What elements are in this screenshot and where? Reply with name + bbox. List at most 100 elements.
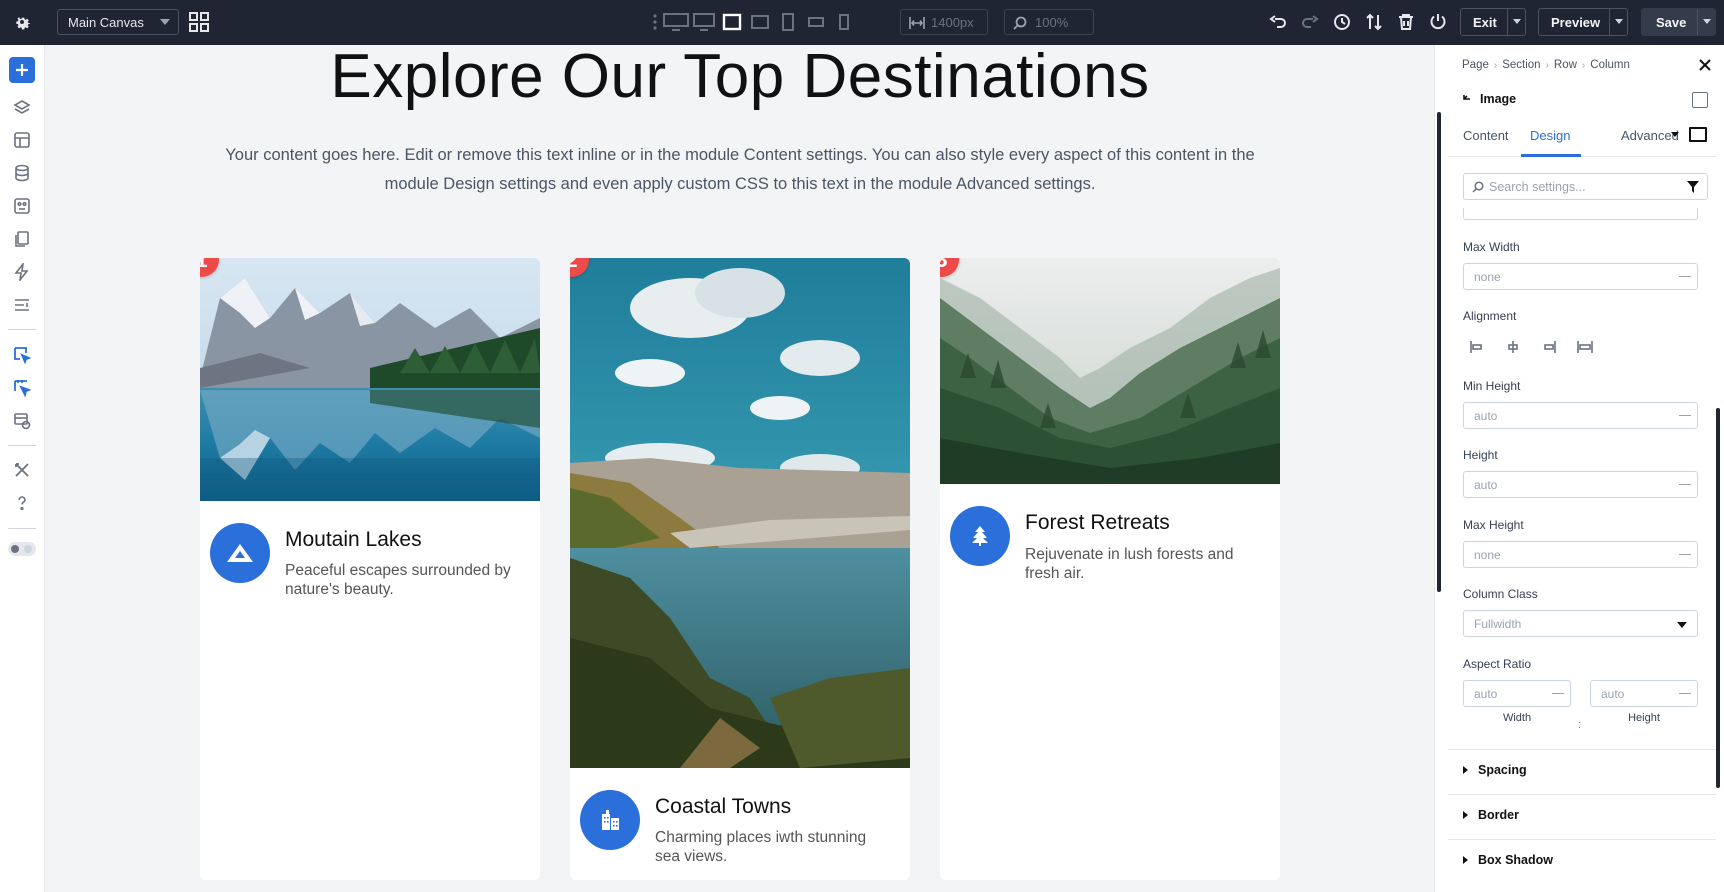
presets-icon[interactable]	[11, 195, 33, 217]
view-mode-toggle[interactable]	[8, 542, 36, 556]
more-dots-icon[interactable]	[648, 10, 662, 34]
breadcrumb-row[interactable]: Row	[1554, 59, 1577, 71]
card-title: Forest Retreats	[1025, 511, 1170, 534]
forest-image[interactable]	[940, 258, 1280, 484]
section-border[interactable]: Border	[1448, 794, 1716, 835]
section-box-shadow[interactable]: Box Shadow	[1448, 839, 1716, 880]
close-icon[interactable]	[1698, 58, 1714, 74]
sidebar-divider	[8, 329, 36, 330]
toolbar-actions	[1266, 11, 1450, 33]
layout-icon[interactable]	[11, 294, 33, 316]
tools-icon[interactable]	[11, 459, 33, 481]
phone-landscape-icon[interactable]	[802, 10, 830, 34]
zoom-field[interactable]: 100%	[1004, 9, 1094, 35]
canvas-scrollbar[interactable]	[1437, 112, 1441, 592]
height-value: auto	[1474, 477, 1498, 492]
sort-arrows-icon[interactable]	[1362, 11, 1386, 33]
device-switcher	[648, 10, 858, 34]
lightning-icon[interactable]	[11, 261, 33, 283]
exit-button[interactable]: Exit	[1460, 8, 1526, 36]
top-toolbar: Main Canvas 1400px 100% Exit Preview Sav…	[0, 0, 1724, 45]
exit-dropdown-icon[interactable]	[1507, 9, 1525, 35]
laptop-icon[interactable]	[718, 10, 746, 34]
destination-card[interactable]: 2 Coastal Towns Charming places iwth stu…	[570, 258, 910, 880]
card-title: Coastal Towns	[655, 795, 792, 818]
section-border-label: Border	[1478, 808, 1519, 822]
min-height-label: Min Height	[1463, 379, 1521, 393]
unit-dash-icon	[1679, 276, 1691, 277]
phone-icon[interactable]	[830, 10, 858, 34]
power-icon[interactable]	[1426, 11, 1450, 33]
module-title-label: Image	[1480, 92, 1517, 106]
destination-card[interactable]: 3 Forest Retreats Rejuvenate in lush for…	[940, 258, 1280, 880]
preview-button[interactable]: Preview	[1538, 8, 1628, 36]
align-center-icon[interactable]	[1502, 338, 1524, 356]
align-justify-icon[interactable]	[1574, 338, 1596, 356]
align-right-icon[interactable]	[1538, 338, 1560, 356]
max-width-input[interactable]: none	[1463, 263, 1698, 290]
canvas-width-field[interactable]: 1400px	[900, 9, 988, 35]
aspect-height-value: auto	[1601, 686, 1625, 701]
desktop-icon[interactable]	[690, 10, 718, 34]
aspect-height-input[interactable]: auto	[1590, 680, 1698, 707]
database-icon[interactable]	[11, 162, 33, 184]
multi-select-icon[interactable]	[11, 377, 33, 399]
expand-panel-icon[interactable]	[1689, 127, 1707, 142]
tablet-landscape-icon[interactable]	[746, 10, 774, 34]
filter-icon[interactable]	[1687, 181, 1699, 193]
trash-icon[interactable]	[1394, 11, 1418, 33]
save-button-label: Save	[1656, 14, 1687, 30]
breadcrumb: Page › Section › Row › Column	[1462, 59, 1630, 71]
building-icon	[580, 790, 640, 850]
page-headline[interactable]: Explore Our Top Destinations	[46, 45, 1434, 112]
min-height-value: auto	[1474, 408, 1498, 423]
save-dropdown-icon[interactable]	[1697, 9, 1715, 35]
panel-scrollbar[interactable]	[1716, 408, 1720, 788]
unit-dash-icon	[1679, 554, 1691, 555]
pages-icon[interactable]	[11, 228, 33, 250]
aspect-width-input[interactable]: auto	[1463, 680, 1571, 707]
undo-icon[interactable]	[1266, 11, 1290, 33]
breadcrumb-column[interactable]: Column	[1590, 59, 1630, 71]
min-height-input[interactable]: auto	[1463, 402, 1698, 429]
grid-icon[interactable]	[188, 11, 210, 33]
theme-builder-icon[interactable]	[11, 129, 33, 151]
settings-gear-icon[interactable]	[8, 8, 36, 36]
aspect-width-value: auto	[1474, 686, 1498, 701]
destination-card[interactable]: 1 Moutain Lakes Peaceful escapes surroun…	[200, 258, 540, 880]
tabs-dropdown-icon[interactable]	[1671, 132, 1679, 137]
settings-search-input[interactable]: Search settings...	[1463, 173, 1708, 200]
canvas-width-value: 1400px	[931, 14, 974, 30]
intro-text[interactable]: Your content goes here. Edit or remove t…	[196, 141, 1284, 199]
preview-dropdown-icon[interactable]	[1609, 9, 1627, 35]
search-icon	[1013, 16, 1027, 30]
align-left-icon[interactable]	[1466, 338, 1488, 356]
column-class-select[interactable]: Fullwidth	[1463, 610, 1698, 637]
height-input[interactable]: auto	[1463, 471, 1698, 498]
select-cursor-icon[interactable]	[11, 344, 33, 366]
max-height-input[interactable]: none	[1463, 541, 1698, 568]
breadcrumb-section[interactable]: Section	[1502, 59, 1540, 71]
sidebar-divider	[8, 528, 36, 529]
max-width-value: none	[1474, 269, 1501, 284]
back-arrow-icon[interactable]	[1462, 94, 1472, 104]
section-spacing[interactable]: Spacing	[1448, 749, 1716, 790]
portability-icon[interactable]	[11, 410, 33, 432]
tablet-icon[interactable]	[774, 10, 802, 34]
mountain-lake-image[interactable]	[200, 258, 540, 501]
desktop-wide-icon[interactable]	[662, 10, 690, 34]
add-module-button[interactable]	[9, 57, 35, 83]
chevron-right-icon: ›	[1493, 59, 1498, 71]
breadcrumb-page[interactable]: Page	[1462, 59, 1489, 71]
coastal-town-image[interactable]	[570, 258, 910, 768]
module-title: Image	[1462, 92, 1516, 106]
history-clock-icon[interactable]	[1330, 11, 1354, 33]
tab-design[interactable]: Design	[1530, 128, 1570, 143]
canvas-select[interactable]: Main Canvas	[57, 9, 179, 35]
module-options-icon[interactable]	[1692, 92, 1708, 108]
redo-icon[interactable]	[1298, 11, 1322, 33]
tab-content[interactable]: Content	[1463, 128, 1509, 143]
layers-icon[interactable]	[11, 97, 33, 119]
save-button[interactable]: Save	[1641, 8, 1716, 36]
help-icon[interactable]	[11, 492, 33, 514]
